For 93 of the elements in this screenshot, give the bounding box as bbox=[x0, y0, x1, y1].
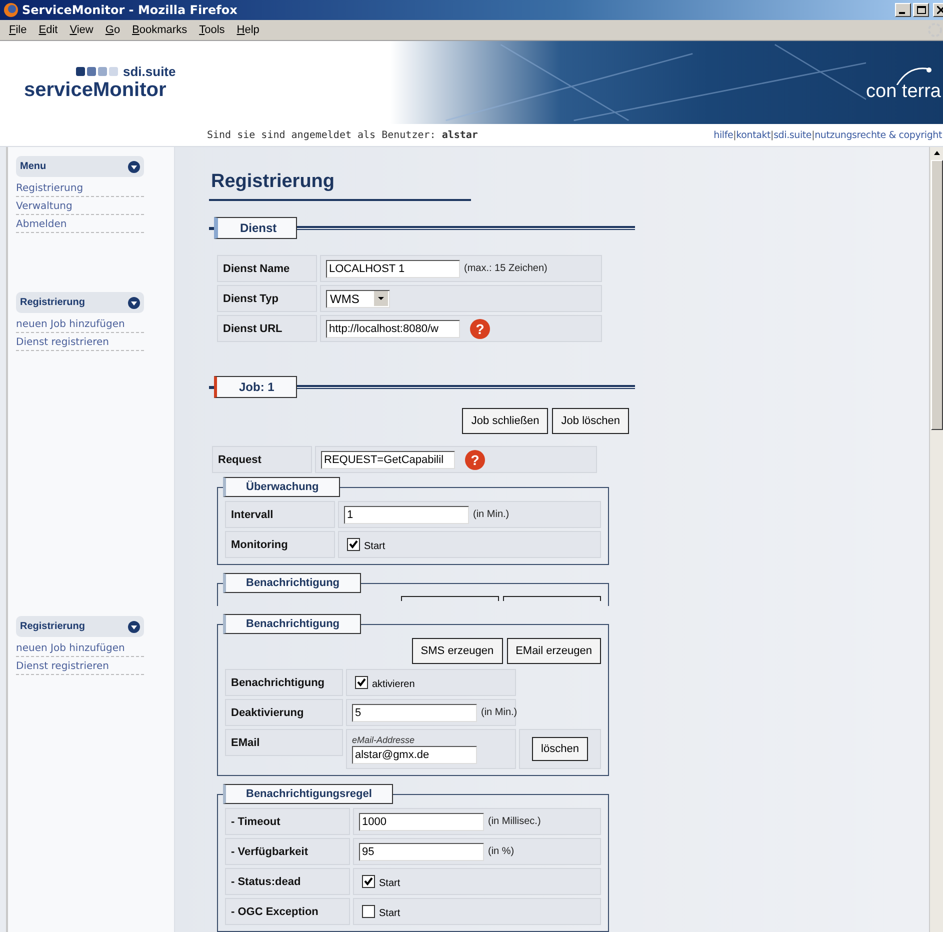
collapse-icon[interactable] bbox=[128, 160, 140, 172]
field-label: - OGC Exception bbox=[225, 898, 350, 925]
sidebar-link[interactable]: Registrierung bbox=[16, 181, 144, 197]
brand-name: serviceMonitor bbox=[24, 78, 168, 102]
type-dropdown[interactable]: WMS bbox=[326, 290, 390, 308]
header-link[interactable]: sdi.suite bbox=[774, 130, 812, 140]
field-hint: (in Millisec.) bbox=[488, 816, 541, 827]
checkbox[interactable] bbox=[347, 538, 360, 551]
field-caption: eMail-Addresse bbox=[352, 734, 416, 744]
sidebar-panel-header[interactable]: Registrierung bbox=[16, 616, 144, 637]
link-separator: | bbox=[812, 130, 815, 140]
delete-button[interactable]: löschen bbox=[532, 737, 588, 761]
field-label: Intervall bbox=[225, 501, 335, 528]
text-field[interactable]: 5 bbox=[352, 704, 477, 722]
panel-title: Registrierung bbox=[20, 297, 86, 308]
help-icon[interactable]: ? bbox=[470, 318, 490, 338]
maximize-button[interactable] bbox=[913, 3, 929, 17]
sidebar-panel-header[interactable]: Menu bbox=[16, 156, 144, 177]
minimize-button[interactable] bbox=[895, 3, 911, 17]
sidebar-link[interactable]: Dienst registrieren bbox=[16, 335, 144, 351]
vertical-scrollbar[interactable] bbox=[929, 147, 943, 932]
header-link[interactable]: kontakt bbox=[736, 130, 771, 140]
maximize-icon[interactable] bbox=[916, 6, 926, 14]
action-button[interactable]: EMail erzeugen bbox=[506, 638, 601, 664]
window-title: ServiceMonitor - Mozilla Firefox bbox=[22, 3, 238, 17]
sidebar-panel-header[interactable]: Registrierung bbox=[16, 292, 144, 313]
login-status: Sind sie sind angemeldet als Benutzer: alstar bbox=[207, 130, 478, 140]
action-button[interactable]: Job schließen bbox=[462, 408, 548, 434]
link-separator: | bbox=[733, 130, 736, 140]
request-field[interactable]: REQUEST=GetCapabilil bbox=[321, 450, 455, 468]
field-label: - Status:dead bbox=[225, 868, 350, 895]
field-label: Request bbox=[212, 446, 312, 473]
field-label: - Timeout bbox=[225, 808, 350, 835]
field-hint: (in Min.) bbox=[473, 509, 510, 520]
collapse-icon[interactable] bbox=[128, 296, 140, 308]
header-link[interactable]: nutzungsrechte & copyright bbox=[814, 130, 942, 140]
field-hint: (max.: 15 Zeichen) bbox=[464, 263, 548, 274]
checkbox[interactable] bbox=[362, 875, 375, 888]
menu-item[interactable]: View bbox=[64, 24, 100, 36]
header-link[interactable]: hilfe bbox=[714, 130, 734, 140]
brand-suite-text: sdi.suite bbox=[123, 64, 176, 78]
field-label: Monitoring bbox=[225, 531, 335, 558]
checkbox[interactable] bbox=[362, 905, 375, 918]
fieldset-legend: Benachrichtigung bbox=[223, 614, 361, 634]
checkbox-label: aktivieren bbox=[372, 679, 415, 690]
field-label: Deaktivierung bbox=[225, 699, 343, 726]
field-label: - Verfügbarkeit bbox=[225, 838, 350, 865]
section-legend: Dienst bbox=[214, 217, 297, 239]
fieldset-legend: Benachrichtigung bbox=[223, 574, 361, 593]
menu-item[interactable]: Bookmarks bbox=[126, 24, 194, 36]
sidebar-link[interactable]: Abmelden bbox=[16, 217, 144, 233]
menu-item[interactable]: Edit bbox=[32, 24, 64, 36]
field-label: Benachrichtigung bbox=[225, 669, 343, 696]
checkbox[interactable] bbox=[355, 676, 368, 689]
sidebar-link[interactable]: Dienst registrieren bbox=[16, 659, 144, 675]
checkbox-label: Start bbox=[364, 541, 386, 552]
panel-title: Menu bbox=[20, 161, 46, 172]
menu-item[interactable]: Help bbox=[230, 24, 266, 36]
collapse-icon[interactable] bbox=[128, 620, 140, 632]
checkbox-label: Start bbox=[379, 878, 400, 889]
close-icon[interactable] bbox=[937, 6, 943, 14]
field-hint: (in Min.) bbox=[481, 707, 518, 718]
action-button[interactable]: SMS erzeugen bbox=[412, 638, 503, 664]
field-label: EMail bbox=[225, 729, 343, 756]
fieldset-legend: Benachrichtigungsregel bbox=[223, 784, 393, 804]
link-separator: | bbox=[770, 130, 774, 140]
help-icon[interactable]: ? bbox=[465, 450, 485, 470]
field-label: Dienst Typ bbox=[217, 285, 317, 312]
text-field[interactable]: 1000 bbox=[359, 812, 484, 830]
squares-logo-icon bbox=[76, 66, 120, 76]
action-button[interactable]: Job löschen bbox=[552, 408, 629, 434]
menu-item[interactable]: File bbox=[3, 24, 33, 36]
text-field[interactable]: http://localhost:8080/w bbox=[326, 320, 460, 338]
partner-logo-text: con terra bbox=[866, 80, 941, 102]
field-label: Dienst Name bbox=[217, 255, 317, 282]
scrollbar-thumb[interactable] bbox=[930, 160, 942, 430]
menu-item[interactable]: Go bbox=[99, 24, 126, 36]
field-label: Dienst URL bbox=[217, 315, 317, 342]
section-legend: Job: 1 bbox=[214, 376, 297, 398]
text-field[interactable]: LOCALHOST 1 bbox=[326, 260, 460, 278]
field-hint: (in %) bbox=[488, 846, 514, 857]
text-field[interactable]: 1 bbox=[344, 506, 469, 524]
menu-item[interactable]: Tools bbox=[193, 24, 231, 36]
fieldset-legend: Überwachung bbox=[223, 477, 340, 497]
text-field[interactable]: 95 bbox=[359, 842, 484, 860]
page-title: Registrierung bbox=[209, 171, 471, 201]
sidebar-link[interactable]: neuen Job hinzufügen bbox=[16, 641, 144, 657]
email-field[interactable]: alstar@gmx.de bbox=[352, 746, 477, 764]
browser-logo-icon bbox=[3, 2, 19, 18]
sidebar-link[interactable]: Verwaltung bbox=[16, 199, 144, 215]
panel-title: Registrierung bbox=[20, 621, 86, 632]
sidebar-link[interactable]: neuen Job hinzufügen bbox=[16, 317, 144, 333]
checkbox-label: Start bbox=[379, 908, 400, 919]
